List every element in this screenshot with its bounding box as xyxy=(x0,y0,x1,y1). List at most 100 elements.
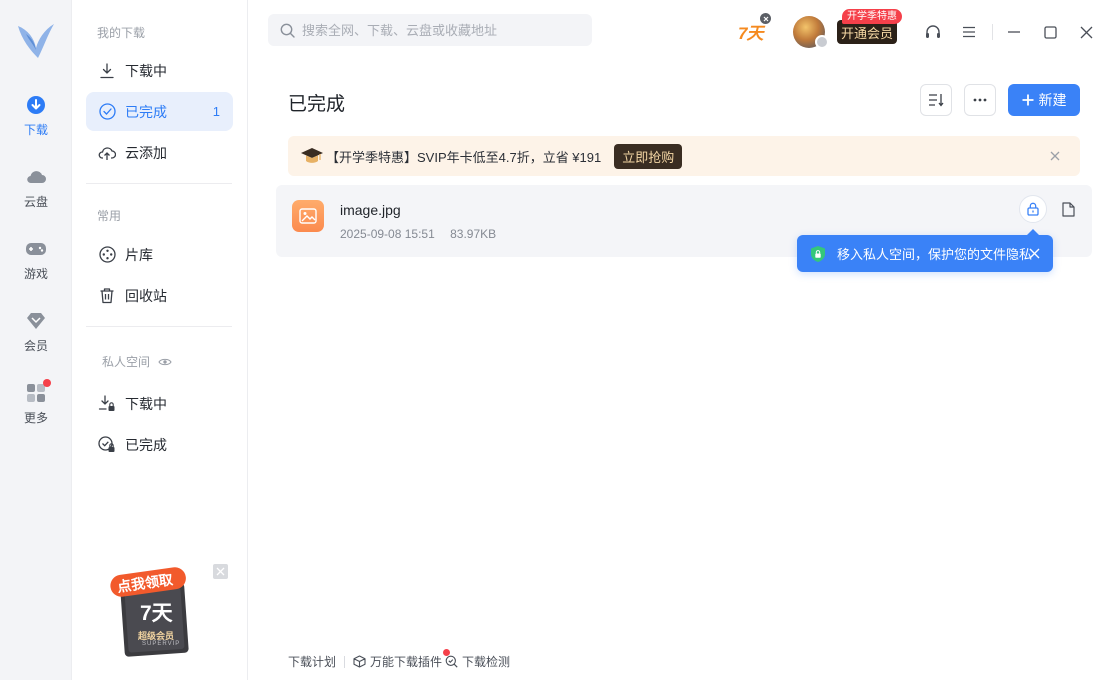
eye-icon[interactable] xyxy=(158,357,172,367)
headset-support-button[interactable] xyxy=(921,20,945,44)
image-file-icon xyxy=(292,200,324,232)
close-icon xyxy=(763,16,768,21)
cloud-upload-icon xyxy=(98,144,116,162)
close-window-button[interactable] xyxy=(1074,20,1098,44)
open-folder-button[interactable] xyxy=(1058,199,1078,219)
diamond-icon xyxy=(25,310,47,332)
maximize-icon xyxy=(1043,25,1057,39)
buy-now-button[interactable]: 立即抢购 xyxy=(614,143,683,169)
sidebar-item-downloading[interactable]: 下载中 xyxy=(86,51,233,90)
sidebar-item-label: 下载中 xyxy=(125,62,167,79)
promo-close-button[interactable] xyxy=(213,564,228,579)
rail-item-download[interactable]: 下载 xyxy=(0,94,72,150)
banner-close-button[interactable] xyxy=(1047,148,1063,164)
promo-card-7-day-vip[interactable]: 点我领取 7天 超级会员 SUPERVIP xyxy=(108,565,194,661)
nav-rail: 下载 云盘 游戏 会员 更多 xyxy=(0,0,72,680)
close-icon xyxy=(1050,151,1060,161)
minimize-button[interactable] xyxy=(1002,20,1026,44)
rail-item-vip[interactable]: 会员 xyxy=(0,310,72,366)
magnifier-check-icon xyxy=(445,655,458,668)
rail-label: 游戏 xyxy=(23,267,48,281)
cloud-icon xyxy=(25,166,47,188)
section-title-common: 常用 xyxy=(97,209,122,223)
more-dots-icon xyxy=(973,98,987,102)
app-logo-icon xyxy=(18,24,54,58)
sidebar: 我的下载 下载中 已完成 1 云添加 常用 片库 回收站 私人空间 下载中 已完… xyxy=(72,0,248,680)
file-size: 83.97KB xyxy=(450,227,497,241)
menu-button[interactable] xyxy=(957,20,981,44)
section-title-my-downloads: 我的下载 xyxy=(97,26,146,40)
sidebar-item-completed[interactable]: 已完成 1 xyxy=(86,92,233,131)
tooltip-close-button[interactable] xyxy=(1027,246,1041,260)
file-meta: 2025-09-08 15:51 83.97KB xyxy=(340,227,496,241)
shield-lock-icon xyxy=(811,245,825,262)
download-plugin-link[interactable]: 万能下载插件 xyxy=(353,649,451,670)
sidebar-item-cloud-add[interactable]: 云添加 xyxy=(86,133,233,172)
search-icon xyxy=(280,23,295,38)
trash-icon xyxy=(98,287,116,305)
close-icon xyxy=(1080,26,1092,38)
new-task-button[interactable]: 新建 xyxy=(1008,84,1080,116)
close-icon xyxy=(1029,248,1039,258)
banner-text: 【开学季特惠】SVIP年卡低至4.7折，立省 ¥191 xyxy=(326,149,602,165)
sidebar-item-private-downloading[interactable]: 下载中 xyxy=(86,384,233,423)
download-plugin-label: 万能下载插件 xyxy=(370,655,443,669)
promo-line-4: SUPERVIP xyxy=(142,641,181,647)
download-check-link[interactable]: 下载检测 xyxy=(445,653,510,670)
download-check-label: 下载检测 xyxy=(462,655,511,669)
file-name: image.jpg xyxy=(340,202,401,218)
divider xyxy=(992,24,993,40)
maximize-button[interactable] xyxy=(1038,20,1062,44)
promo-banner: 【开学季特惠】SVIP年卡低至4.7折，立省 ¥191 立即抢购 xyxy=(288,136,1080,176)
promo-line-2: 7天 xyxy=(140,602,173,625)
tooltip-text: 移入私人空间，保护您的文件隐私 xyxy=(837,247,1033,262)
app-window: 下载 云盘 游戏 会员 更多 我的下载 下载中 已完成 1 云添加 常用 片库 … xyxy=(0,0,1120,680)
sort-icon xyxy=(929,94,944,107)
section-title-label: 私人空间 xyxy=(102,355,151,369)
new-task-label: 新建 xyxy=(1038,92,1067,108)
search-input[interactable] xyxy=(302,22,582,38)
rail-item-more[interactable]: 更多 xyxy=(0,379,72,438)
sidebar-item-recycle-bin[interactable]: 回收站 xyxy=(86,276,233,315)
rail-label: 云盘 xyxy=(23,195,48,209)
minimize-icon xyxy=(1008,31,1020,33)
check-circle-icon xyxy=(98,103,116,121)
sidebar-item-label: 回收站 xyxy=(125,287,167,304)
sidebar-item-private-completed[interactable]: 已完成 xyxy=(86,425,233,464)
headset-icon xyxy=(926,25,940,38)
gamepad-icon xyxy=(25,238,47,260)
sidebar-item-label: 云添加 xyxy=(125,144,167,161)
rail-label: 下载 xyxy=(23,123,48,137)
grid-icon xyxy=(25,379,51,404)
count-badge: 1 xyxy=(212,104,220,119)
page-title: 已完成 xyxy=(288,94,346,115)
rail-item-cloud[interactable]: 云盘 xyxy=(0,166,72,222)
sidebar-item-label: 下载中 xyxy=(125,395,167,412)
footer-links: 下载计划 万能下载插件 下载检测 xyxy=(288,649,510,670)
divider xyxy=(86,183,232,184)
days-badge[interactable]: 7天 xyxy=(738,19,763,44)
hamburger-menu-icon xyxy=(963,26,975,38)
sort-button[interactable] xyxy=(920,84,952,116)
download-icon xyxy=(25,94,47,116)
sidebar-item-library[interactable]: 片库 xyxy=(86,235,233,274)
lock-icon xyxy=(1027,202,1039,216)
download-arrow-icon xyxy=(98,62,116,80)
more-options-button[interactable] xyxy=(964,84,996,116)
rail-item-games[interactable]: 游戏 xyxy=(0,238,72,294)
close-icon xyxy=(216,567,225,576)
check-lock-icon xyxy=(98,436,116,454)
avatar-status-icon xyxy=(815,35,829,49)
graduation-cap-icon xyxy=(301,148,323,163)
download-plan-label: 下载计划 xyxy=(288,655,337,669)
move-to-private-button[interactable] xyxy=(1019,195,1047,223)
cube-icon xyxy=(353,655,366,668)
rail-label: 更多 xyxy=(23,411,48,425)
days-badge-close-button[interactable] xyxy=(760,13,771,24)
vip-promo-tag: 开学季特惠 xyxy=(842,9,902,24)
download-plan-link[interactable]: 下载计划 xyxy=(288,653,336,670)
document-icon xyxy=(1061,201,1075,217)
search-box[interactable] xyxy=(268,14,592,46)
sidebar-item-label: 片库 xyxy=(125,246,153,263)
sidebar-item-label: 已完成 xyxy=(125,103,167,120)
